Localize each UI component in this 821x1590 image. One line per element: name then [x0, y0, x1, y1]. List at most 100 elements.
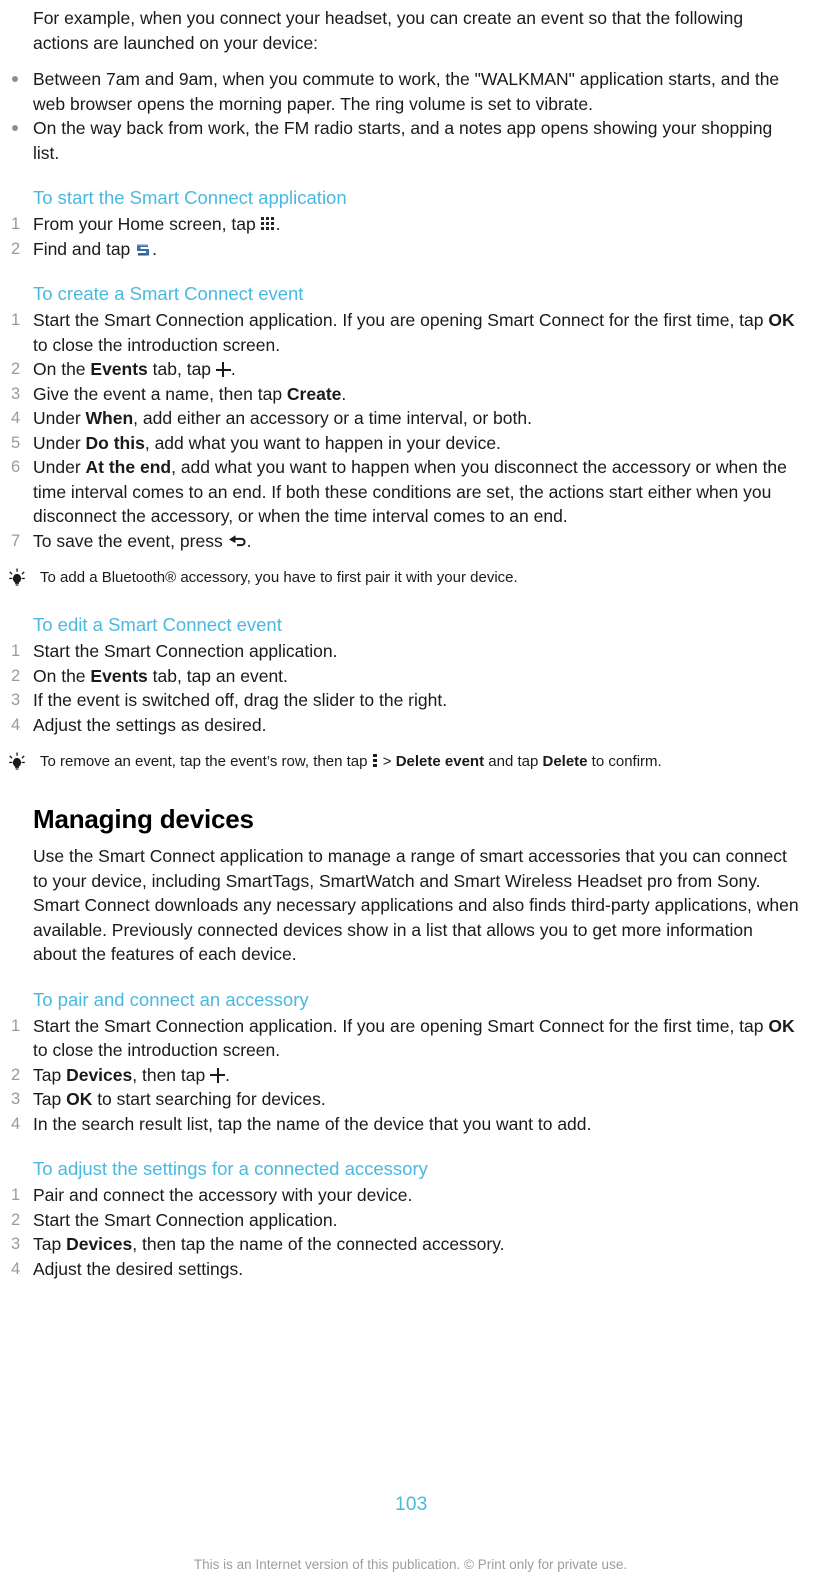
manual-page: For example, when you connect your heads…: [0, 0, 821, 1590]
step-text: Give the event a name, then tap: [33, 383, 287, 404]
plus-icon: [215, 362, 231, 377]
tip-bluetooth-accessory: To add a Bluetooth® accessory, you have …: [9, 567, 799, 588]
tip-emphasis-delete-event: Delete event: [395, 753, 485, 770]
step-text-end: to close the introduction screen.: [33, 1040, 281, 1060]
step-emphasis: Devices: [66, 1064, 133, 1085]
managing-devices-paragraph: Use the Smart Connect application to man…: [33, 846, 799, 964]
section-heading-start-app: To start the Smart Connect application: [33, 187, 347, 208]
plus-icon: [210, 1067, 226, 1083]
step-item: 1 From your Home screen, tap .: [11, 212, 799, 237]
back-arrow-icon: [228, 534, 246, 546]
step-emphasis: At the end: [85, 457, 172, 477]
step-item: 4 Under When, add either an accessory or…: [11, 406, 799, 431]
step-item: 2 Start the Smart Connection application…: [11, 1208, 799, 1233]
section-heading-adjust-settings: To adjust the settings for a connected a…: [33, 1158, 428, 1179]
step-number: 4: [11, 1259, 21, 1278]
list-item: On the way back from work, the FM radio …: [12, 116, 799, 165]
section-heading-create-event: To create a Smart Connect event: [33, 283, 304, 304]
step-number: 1: [11, 215, 21, 233]
step-item: 4 Adjust the settings as desired.: [11, 713, 799, 738]
step-emphasis: OK: [768, 310, 795, 330]
lightbulb-tip-icon: [9, 568, 25, 586]
step-text: Under: [33, 457, 86, 477]
step-emphasis: OK: [66, 1089, 93, 1109]
page-title-managing-devices: Managing devices: [33, 804, 254, 834]
step-item: 2 On the Events tab, tap an event.: [11, 664, 799, 689]
step-item: 1 Start the Smart Connection application…: [11, 1014, 799, 1063]
step-emphasis: Devices: [66, 1234, 133, 1254]
step-number: 6: [11, 458, 21, 476]
step-number: 3: [11, 384, 21, 403]
section-heading-edit-event: To edit a Smart Connect event: [33, 614, 282, 635]
tip-text-end: to confirm.: [587, 753, 662, 770]
step-text: Tap: [33, 1089, 67, 1109]
step-item: 2 Find and tap .: [11, 237, 799, 262]
step-number: 4: [11, 715, 21, 734]
step-text-end: .: [230, 359, 236, 379]
step-text-end: .: [341, 383, 347, 404]
step-text: Adjust the desired settings.: [33, 1258, 244, 1279]
step-emphasis: Events: [90, 665, 148, 686]
step-number: 2: [11, 1210, 21, 1229]
step-text: Find and tap: [33, 238, 136, 259]
step-item: 5 Under Do this, add what you want to ha…: [11, 431, 799, 456]
step-number: 4: [11, 409, 21, 427]
list-item-text: On the way back from work, the FM radio …: [33, 118, 773, 163]
step-emphasis: Events: [90, 359, 148, 379]
step-item: 1 Start the Smart Connection application…: [11, 308, 799, 357]
footer-copyright-note: This is an Internet version of this publ…: [193, 1557, 628, 1572]
step-number: 1: [11, 1016, 21, 1035]
step-text-end: .: [225, 1064, 230, 1085]
step-text: If the event is switched off, drag the s…: [33, 690, 448, 710]
step-item: 6 Under At the end, add what you want to…: [11, 455, 799, 529]
step-text: Tap: [33, 1234, 67, 1254]
step-text-mid: tab, tap: [147, 359, 216, 379]
kebab-menu-icon: [372, 753, 378, 768]
list-item-text: Between 7am and 9am, when you commute to…: [33, 69, 780, 114]
step-text: Pair and connect the accessory with your…: [33, 1185, 413, 1205]
step-text: Tap: [33, 1064, 67, 1085]
step-text-end: , add either an accessory or a time inte…: [133, 408, 532, 428]
step-number: 3: [11, 691, 21, 709]
step-text-mid: , then tap: [132, 1064, 211, 1085]
step-text-end: , then tap the name of the connected acc…: [132, 1234, 505, 1254]
step-text-end: .: [246, 530, 252, 551]
step-text: Start the Smart Connection application. …: [33, 310, 769, 330]
app-grid-icon: [260, 217, 276, 232]
step-text: Under: [33, 432, 86, 453]
tip-text: To remove an event, tap the event’s row,…: [40, 753, 372, 770]
step-emphasis: OK: [768, 1015, 795, 1036]
step-text: Adjust the settings as desired.: [33, 714, 267, 735]
step-emphasis: When: [85, 408, 134, 428]
step-text-end: .: [275, 214, 281, 234]
step-item: 4 Adjust the desired settings.: [11, 1257, 799, 1282]
tip-text: To add a Bluetooth® accessory, you have …: [40, 569, 518, 586]
step-text: Start the Smart Connection application.: [33, 1209, 338, 1230]
step-item: 1 Pair and connect the accessory with yo…: [11, 1183, 799, 1208]
step-item: 3 Give the event a name, then tap Create…: [11, 382, 799, 407]
steps-adjust-settings: 1 Pair and connect the accessory with yo…: [0, 1183, 811, 1281]
step-number: 1: [11, 1186, 21, 1204]
step-number: 3: [11, 1090, 21, 1108]
step-number: 2: [11, 239, 21, 258]
bullet-dot-icon: [12, 125, 18, 131]
step-text: To save the event, press: [33, 530, 228, 551]
step-number: 1: [11, 311, 21, 329]
step-text: In the search result list, tap the name …: [33, 1113, 592, 1134]
step-text-end: to start searching for devices.: [92, 1089, 326, 1109]
step-text: On the: [33, 359, 91, 379]
intro-bullet-list: Between 7am and 9am, when you commute to…: [0, 67, 811, 165]
step-number: 2: [11, 1065, 21, 1084]
step-number: 5: [11, 433, 21, 452]
step-item: 3 Tap OK to start searching for devices.: [11, 1087, 799, 1112]
tip-separator: >: [378, 753, 396, 770]
step-item: 4 In the search result list, tap the nam…: [11, 1112, 799, 1137]
smart-connect-icon: [137, 244, 150, 255]
steps-pair-accessory: 1 Start the Smart Connection application…: [0, 1014, 811, 1137]
tip-emphasis-delete: Delete: [542, 753, 588, 770]
step-text: Start the Smart Connection application.: [33, 641, 338, 661]
page-number: 103: [395, 1494, 428, 1515]
steps-edit-event: 1 Start the Smart Connection application…: [0, 639, 811, 737]
step-text: Start the Smart Connection application. …: [33, 1015, 769, 1036]
step-item: 1 Start the Smart Connection application…: [11, 639, 799, 664]
